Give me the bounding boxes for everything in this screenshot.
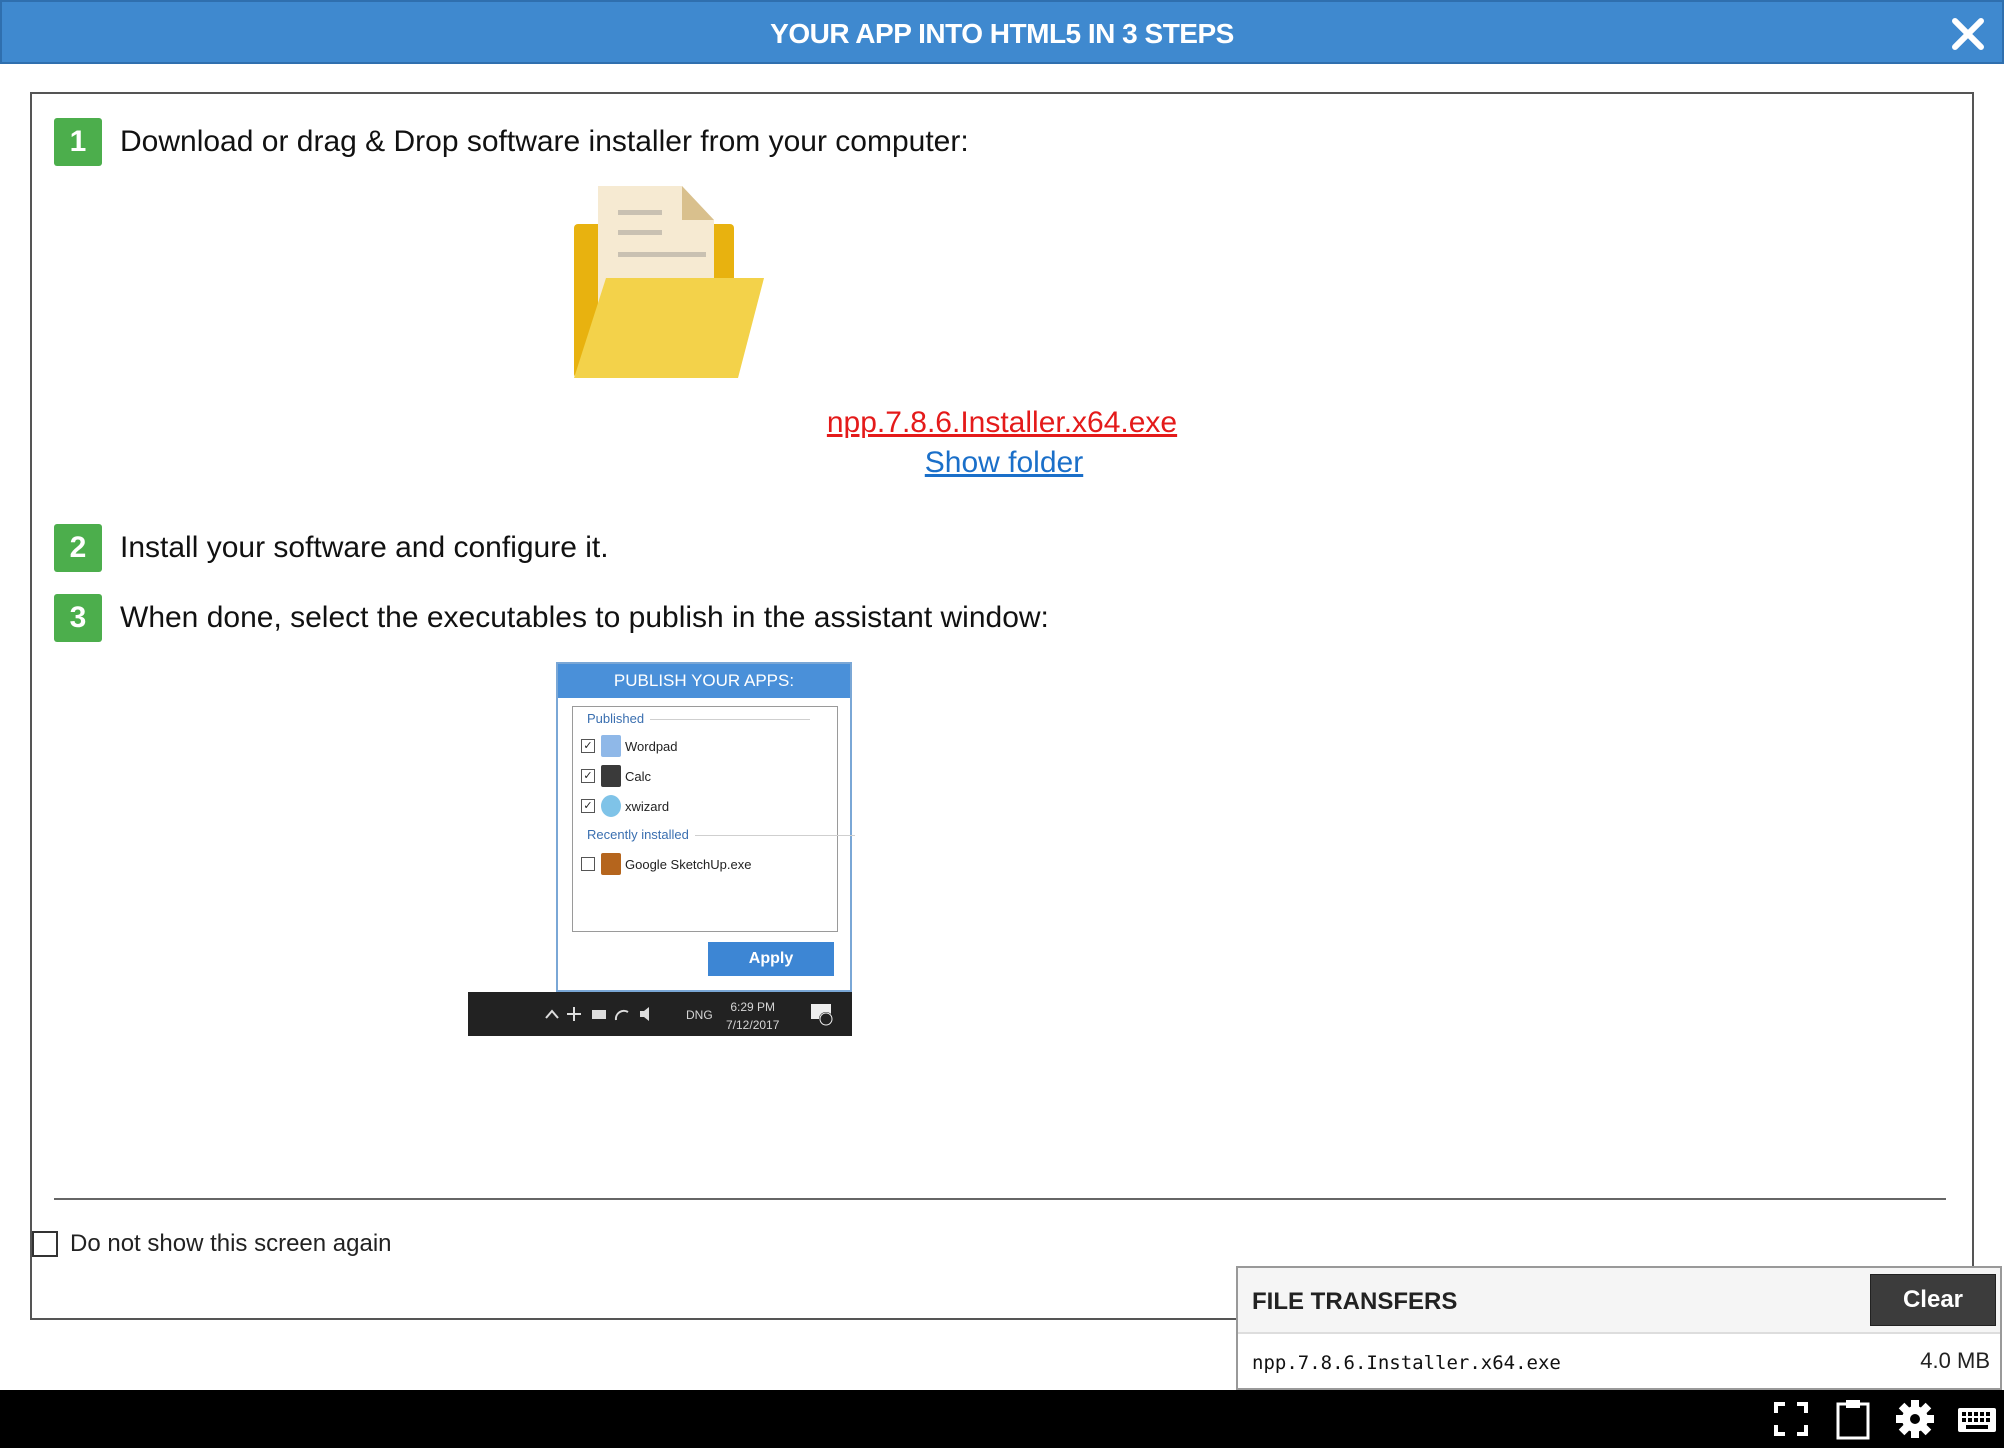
- step-2-text: Install your software and configure it.: [120, 531, 609, 564]
- published-section-label: Published: [587, 711, 811, 726]
- fullscreen-button[interactable]: [1770, 1398, 1812, 1440]
- step-3-text: When done, select the executables to pub…: [120, 601, 1049, 634]
- checkbox-checked-icon: ✓: [581, 739, 595, 753]
- list-item: ✓ Calc: [581, 765, 651, 787]
- list-item: ✓ Wordpad: [581, 735, 678, 757]
- bottom-toolbar: [0, 1390, 2004, 1448]
- file-transfers-panel: FILE TRANSFERS Clear npp.7.8.6.Installer…: [1236, 1266, 2002, 1390]
- checkbox-checked-icon: ✓: [581, 799, 595, 813]
- step-1-text: Download or drag & Drop software install…: [120, 125, 969, 158]
- taskbar-language: DNG: [686, 1008, 713, 1022]
- step-2-badge: 2: [54, 524, 102, 572]
- recent-section-label: Recently installed: [587, 827, 855, 842]
- clipboard-icon: [1836, 1400, 1870, 1440]
- notification-icon: [810, 1002, 834, 1026]
- footer-divider: [54, 1198, 1946, 1200]
- list-item-label: Google SketchUp.exe: [625, 856, 752, 872]
- step-3-badge: 3: [54, 594, 102, 642]
- list-item: Google SketchUp.exe: [581, 853, 751, 875]
- tray-chevron-icon: [545, 1007, 649, 1021]
- step-2: 2 Install your software and configure it…: [54, 524, 609, 572]
- checkbox-checked-icon: ✓: [581, 769, 595, 783]
- step-3: 3 When done, select the executables to p…: [54, 594, 1049, 642]
- step-1: 1 Download or drag & Drop software insta…: [54, 118, 969, 166]
- taskbar-clock: 6:29 PM 7/12/2017: [726, 998, 779, 1034]
- checkbox-unchecked-icon: [581, 857, 595, 871]
- taskbar-preview: DNG 6:29 PM 7/12/2017: [468, 992, 852, 1036]
- show-folder-link[interactable]: Show folder: [32, 446, 1976, 480]
- dont-show-checkbox[interactable]: [32, 1231, 58, 1257]
- installer-file-link[interactable]: npp.7.8.6.Installer.x64.exe: [32, 406, 1972, 440]
- clipboard-button[interactable]: [1832, 1398, 1874, 1440]
- fullscreen-icon: [1774, 1402, 1808, 1436]
- gear-icon: [1896, 1400, 1934, 1438]
- list-item-label: xwizard: [625, 798, 670, 814]
- file-transfers-title: FILE TRANSFERS: [1252, 1288, 1458, 1315]
- calculator-app-icon: [601, 765, 621, 787]
- file-transfers-header: FILE TRANSFERS Clear: [1238, 1268, 2000, 1334]
- keyboard-icon: [1958, 1408, 1996, 1432]
- keyboard-button[interactable]: [1956, 1398, 1998, 1440]
- list-item: ✓ xwizard: [581, 795, 669, 817]
- wordpad-app-icon: [601, 735, 621, 757]
- assistant-preview: PUBLISH YOUR APPS: Published ✓ Wordpad ✓…: [556, 662, 855, 992]
- transfer-file-name: npp.7.8.6.Installer.x64.exe: [1252, 1352, 1561, 1374]
- sketchup-app-icon: [601, 853, 621, 875]
- folder-icon: [574, 186, 764, 378]
- close-button[interactable]: [1948, 14, 1988, 54]
- tray-icons: [544, 1004, 664, 1029]
- steps-panel: 1 Download or drag & Drop software insta…: [30, 92, 1974, 1320]
- close-icon: [1952, 18, 1984, 50]
- taskbar-date: 7/12/2017: [726, 1018, 780, 1032]
- drop-zone[interactable]: [570, 186, 770, 386]
- taskbar-time: 6:29 PM: [730, 1000, 776, 1014]
- list-item-label: Calc: [625, 768, 652, 784]
- title-bar: YOUR APP INTO HTML5 IN 3 STEPS: [0, 0, 2004, 64]
- transfer-row[interactable]: npp.7.8.6.Installer.x64.exe 4.0 MB: [1238, 1334, 2000, 1388]
- step-1-badge: 1: [54, 118, 102, 166]
- dont-show-label: Do not show this screen again: [70, 1230, 392, 1257]
- assistant-title: PUBLISH YOUR APPS:: [558, 664, 850, 698]
- assistant-apply-button: Apply: [708, 942, 834, 976]
- window-title: YOUR APP INTO HTML5 IN 3 STEPS: [770, 18, 1234, 49]
- settings-button[interactable]: [1894, 1398, 1936, 1440]
- clear-button[interactable]: Clear: [1870, 1274, 1996, 1326]
- dont-show-option: Do not show this screen again: [32, 1230, 392, 1258]
- transfer-file-size: 4.0 MB: [1920, 1348, 1990, 1373]
- xwizard-app-icon: [601, 795, 621, 817]
- list-item-label: Wordpad: [625, 738, 678, 754]
- assistant-list: Published ✓ Wordpad ✓ Calc ✓ xwizard Rec…: [572, 706, 855, 932]
